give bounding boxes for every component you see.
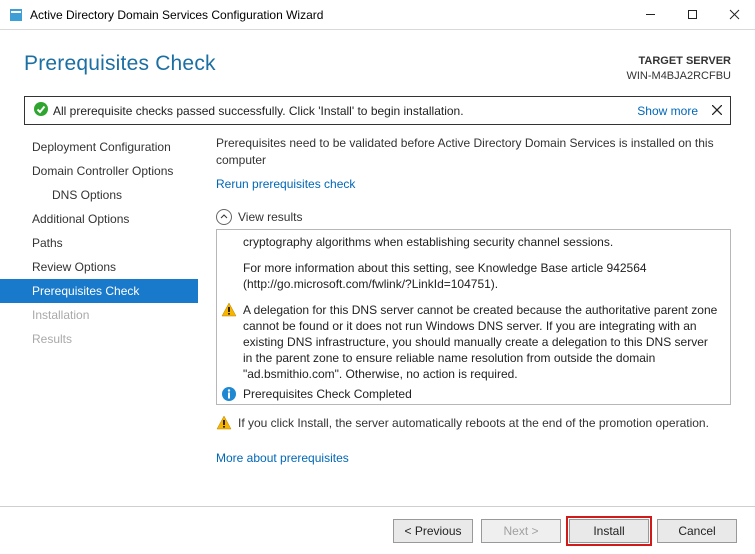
- more-about-prerequisites-link[interactable]: More about prerequisites: [216, 451, 731, 465]
- target-label: TARGET SERVER: [639, 55, 732, 67]
- maximize-button[interactable]: [671, 0, 713, 30]
- body: Deployment Configuration Domain Controll…: [0, 133, 755, 465]
- cancel-button[interactable]: Cancel: [657, 519, 737, 543]
- sidebar-item-additional-options[interactable]: Additional Options: [0, 207, 198, 231]
- sidebar: Deployment Configuration Domain Controll…: [0, 133, 198, 465]
- success-icon: [33, 101, 49, 120]
- show-more-link[interactable]: Show more: [637, 104, 698, 118]
- target-server-block: TARGET SERVER WIN-M4BJA2RCFBU: [626, 52, 731, 84]
- previous-button[interactable]: < Previous: [393, 519, 473, 543]
- status-bar: All prerequisite checks passed successfu…: [24, 96, 731, 125]
- minimize-button[interactable]: [629, 0, 671, 30]
- close-status-button[interactable]: [712, 104, 722, 118]
- reboot-warning: If you click Install, the server automat…: [216, 415, 731, 435]
- next-button: Next >: [481, 519, 561, 543]
- close-window-button[interactable]: [713, 0, 755, 30]
- window-title: Active Directory Domain Services Configu…: [30, 8, 629, 22]
- rerun-prerequisites-link[interactable]: Rerun prerequisites check: [216, 177, 731, 191]
- install-button[interactable]: Install: [569, 519, 649, 543]
- chevron-up-icon: [216, 209, 232, 225]
- page-title: Prerequisites Check: [24, 52, 626, 76]
- results-box[interactable]: cryptography algorithms when establishin…: [216, 229, 731, 405]
- warning-icon: [216, 415, 232, 435]
- target-server-name: WIN-M4BJA2RCFBU: [626, 69, 731, 84]
- result-delegation-warning: A delegation for this DNS server cannot …: [243, 302, 720, 382]
- view-results-toggle[interactable]: View results: [216, 209, 731, 225]
- info-icon: [221, 386, 237, 405]
- result-completed-info: Prerequisites Check Completed: [243, 386, 412, 402]
- sidebar-item-dns-options[interactable]: DNS Options: [0, 183, 198, 207]
- sidebar-item-domain-controller-options[interactable]: Domain Controller Options: [0, 159, 198, 183]
- app-icon: [8, 7, 24, 23]
- status-message: All prerequisite checks passed successfu…: [49, 104, 637, 118]
- sidebar-item-installation: Installation: [0, 303, 198, 327]
- title-bar: Active Directory Domain Services Configu…: [0, 0, 755, 30]
- result-kb-line: For more information about this setting,…: [243, 260, 720, 292]
- result-crypto-line: cryptography algorithms when establishin…: [243, 234, 720, 250]
- sidebar-item-deployment-configuration[interactable]: Deployment Configuration: [0, 135, 198, 159]
- sidebar-item-review-options[interactable]: Review Options: [0, 255, 198, 279]
- intro-text: Prerequisites need to be validated befor…: [216, 135, 731, 169]
- sidebar-item-paths[interactable]: Paths: [0, 231, 198, 255]
- header: Prerequisites Check TARGET SERVER WIN-M4…: [0, 30, 755, 96]
- footer: < Previous Next > Install Cancel: [0, 506, 755, 554]
- view-results-label: View results: [238, 210, 302, 224]
- sidebar-item-results: Results: [0, 327, 198, 351]
- warning-icon: [221, 302, 237, 322]
- main-panel: Prerequisites need to be validated befor…: [198, 133, 755, 465]
- reboot-warning-text: If you click Install, the server automat…: [238, 415, 709, 431]
- sidebar-item-prerequisites-check[interactable]: Prerequisites Check: [0, 279, 198, 303]
